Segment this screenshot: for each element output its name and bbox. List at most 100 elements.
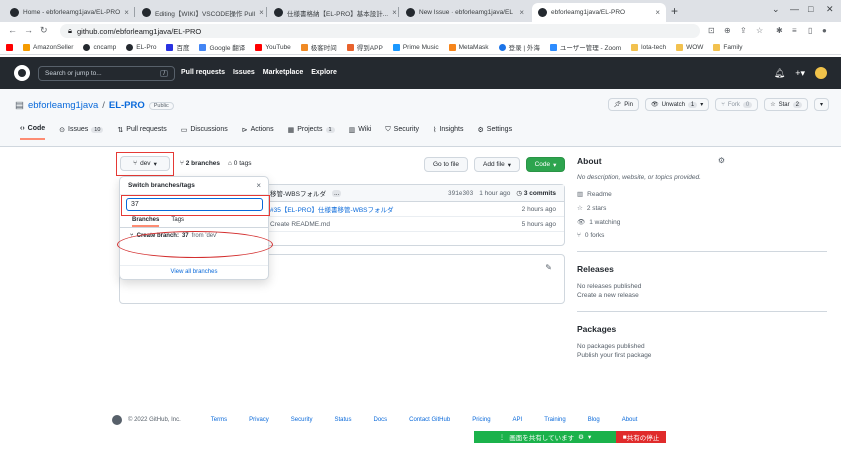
bookmark[interactable]: 百度 [166, 42, 189, 52]
branches-link[interactable]: ⑂ 2 branches [180, 160, 220, 167]
stars-link[interactable]: ☆ 2 stars [577, 204, 827, 213]
star-icon[interactable]: ☆ [756, 26, 763, 35]
reload-icon[interactable]: ↻ [40, 25, 48, 36]
commit-message-link[interactable]: 移管-WBSフォルダ [270, 188, 326, 198]
browser-tab[interactable]: 仕様書格納【EL-PRO】基本設計... × [268, 3, 398, 22]
commit-sha[interactable]: 391e303 [448, 190, 473, 197]
tab-security[interactable]: ⛉ Security [385, 125, 419, 140]
commits-link[interactable]: ◷ 3 commits [516, 189, 564, 197]
expand-commit-button[interactable]: ... [331, 189, 342, 197]
star-button[interactable]: ☆ Star 2 [764, 98, 808, 111]
close-icon[interactable]: × [256, 181, 261, 190]
url-input[interactable]: 🔒︎ github.com/ebforleamg1java/EL-PRO [60, 24, 700, 38]
browser-tab[interactable]: Editing【WIKI】VSCODE操作 Pull × [136, 3, 266, 22]
browser-tab-active[interactable]: ebforleamg1java/EL-PRO × [532, 3, 666, 22]
footer-link[interactable]: API [513, 417, 523, 423]
reading-list-icon[interactable]: ≡ [792, 26, 797, 35]
bookmark[interactable]: Google 翻译 [199, 42, 245, 52]
bookmark[interactable]: Prime Music [392, 43, 439, 51]
stop-sharing-button[interactable]: ■ 共有の停止 [616, 431, 666, 443]
commit-message-link[interactable]: #35【EL-PRO】仕様書移管-WBSフォルダ [270, 204, 394, 214]
extensions-icon[interactable]: ✱ [776, 26, 783, 35]
maximize-icon[interactable]: □ [808, 4, 813, 14]
commit-message-link[interactable]: Create README.md [270, 221, 330, 228]
new-tab-button[interactable]: + [671, 4, 678, 18]
code-button[interactable]: Code ▾ [526, 157, 565, 172]
pencil-icon[interactable]: ✎ [545, 263, 552, 272]
zoom-icon[interactable]: ⊕ [724, 26, 731, 35]
tab-issues[interactable]: ⊙ Issues 10 [59, 125, 104, 140]
bookmark[interactable] [6, 43, 13, 51]
create-release-link[interactable]: Create a new release [577, 292, 827, 299]
forks-link[interactable]: ⑂ 0 forks [577, 232, 827, 239]
go-to-file-button[interactable]: Go to file [424, 157, 468, 172]
bookmark[interactable]: Family [713, 43, 743, 51]
minimize-icon[interactable]: — [790, 4, 799, 14]
tab-discussions[interactable]: ▭ Discussions [181, 125, 228, 140]
close-icon[interactable]: × [259, 8, 264, 17]
footer-link[interactable]: Training [544, 417, 565, 423]
bookmark[interactable]: WOW [676, 43, 703, 51]
nav-issues[interactable]: Issues [233, 69, 255, 76]
github-logo-icon[interactable] [14, 65, 30, 81]
sidepanel-icon[interactable]: ▯ [808, 26, 812, 35]
profile-avatar[interactable]: ● [822, 26, 827, 35]
repo-owner-link[interactable]: ebforleamg1java [28, 100, 98, 111]
tab-insights[interactable]: ⌇ Insights [433, 125, 464, 140]
tab-settings[interactable]: ⚙ Settings [478, 125, 513, 140]
footer-link[interactable]: Docs [374, 417, 388, 423]
view-all-branches-link[interactable]: View all branches [120, 265, 268, 279]
footer-link[interactable]: Status [334, 417, 351, 423]
star-list-button[interactable]: ▾ [813, 98, 829, 111]
bookmark[interactable]: AmazonSeller [23, 43, 73, 51]
nav-marketplace[interactable]: Marketplace [263, 69, 303, 76]
footer-link[interactable]: Contact GitHub [409, 417, 450, 423]
releases-heading[interactable]: Releases [577, 264, 827, 274]
bookmark[interactable]: 极客时间 [300, 42, 337, 52]
gear-icon[interactable]: ⚙ [718, 156, 725, 165]
github-logo-icon[interactable] [112, 415, 122, 425]
readme-link[interactable]: ▥ Readme [577, 190, 827, 199]
search-input[interactable]: Search or jump to... / [38, 66, 175, 81]
bookmark[interactable]: ユーザー管理 - Zoom [549, 42, 621, 52]
tab-wiki[interactable]: ▥ Wiki [349, 125, 372, 140]
browser-tab[interactable]: Home - ebforleamg1java/EL-PRO × [4, 3, 134, 22]
bookmark[interactable]: MetaMask [448, 43, 489, 51]
tab-pull-requests[interactable]: ⇅ Pull requests [117, 125, 166, 140]
repo-name-link[interactable]: EL-PRO [109, 100, 145, 111]
footer-link[interactable]: Security [291, 417, 313, 423]
bookmark[interactable]: 得到APP [346, 42, 383, 52]
close-icon[interactable]: × [124, 8, 129, 17]
plus-icon[interactable]: +▾ [795, 68, 805, 79]
back-icon[interactable]: ← [8, 25, 17, 35]
close-icon[interactable]: × [655, 8, 660, 17]
share-icon[interactable]: ⇪ [740, 26, 747, 35]
translate-icon[interactable]: ⊡ [708, 26, 715, 35]
tab-branches[interactable]: Branches [132, 217, 160, 227]
footer-link[interactable]: Privacy [249, 417, 269, 423]
bookmark[interactable]: YouTube [255, 43, 291, 51]
publish-package-link[interactable]: Publish your first package [577, 352, 827, 359]
footer-link[interactable]: Terms [211, 417, 227, 423]
sharing-indicator[interactable]: ⋮ 画面を共有しています ⚙ ▾ [474, 431, 616, 443]
pin-button[interactable]: 📌︎ Pin [607, 98, 639, 111]
bookmark[interactable]: cncamp [83, 43, 116, 51]
footer-link[interactable]: About [622, 417, 638, 423]
tab-code[interactable]: ‹› Code [20, 125, 46, 140]
close-icon[interactable]: × [392, 8, 397, 17]
bookmark[interactable]: lota-tech [631, 43, 666, 51]
chevron-down-icon[interactable]: ⌄ [772, 4, 780, 15]
tab-projects[interactable]: ▦ Projects 1 [288, 125, 335, 140]
browser-tab[interactable]: New Issue · ebforleamg1java/EL × [400, 3, 530, 22]
tab-tags[interactable]: Tags [171, 217, 184, 227]
bell-icon[interactable]: 🔔︎ [774, 68, 785, 79]
fork-button[interactable]: ⑂ Fork 0 [715, 98, 759, 111]
avatar[interactable] [815, 67, 827, 79]
packages-heading[interactable]: Packages [577, 324, 827, 334]
watching-link[interactable]: 👁︎ 1 watching [577, 218, 827, 227]
nav-explore[interactable]: Explore [311, 69, 337, 76]
tags-link[interactable]: ⌂ 0 tags [228, 160, 251, 167]
footer-link[interactable]: Pricing [472, 417, 490, 423]
nav-pull-requests[interactable]: Pull requests [181, 69, 225, 76]
close-window-icon[interactable]: ✕ [826, 4, 834, 15]
